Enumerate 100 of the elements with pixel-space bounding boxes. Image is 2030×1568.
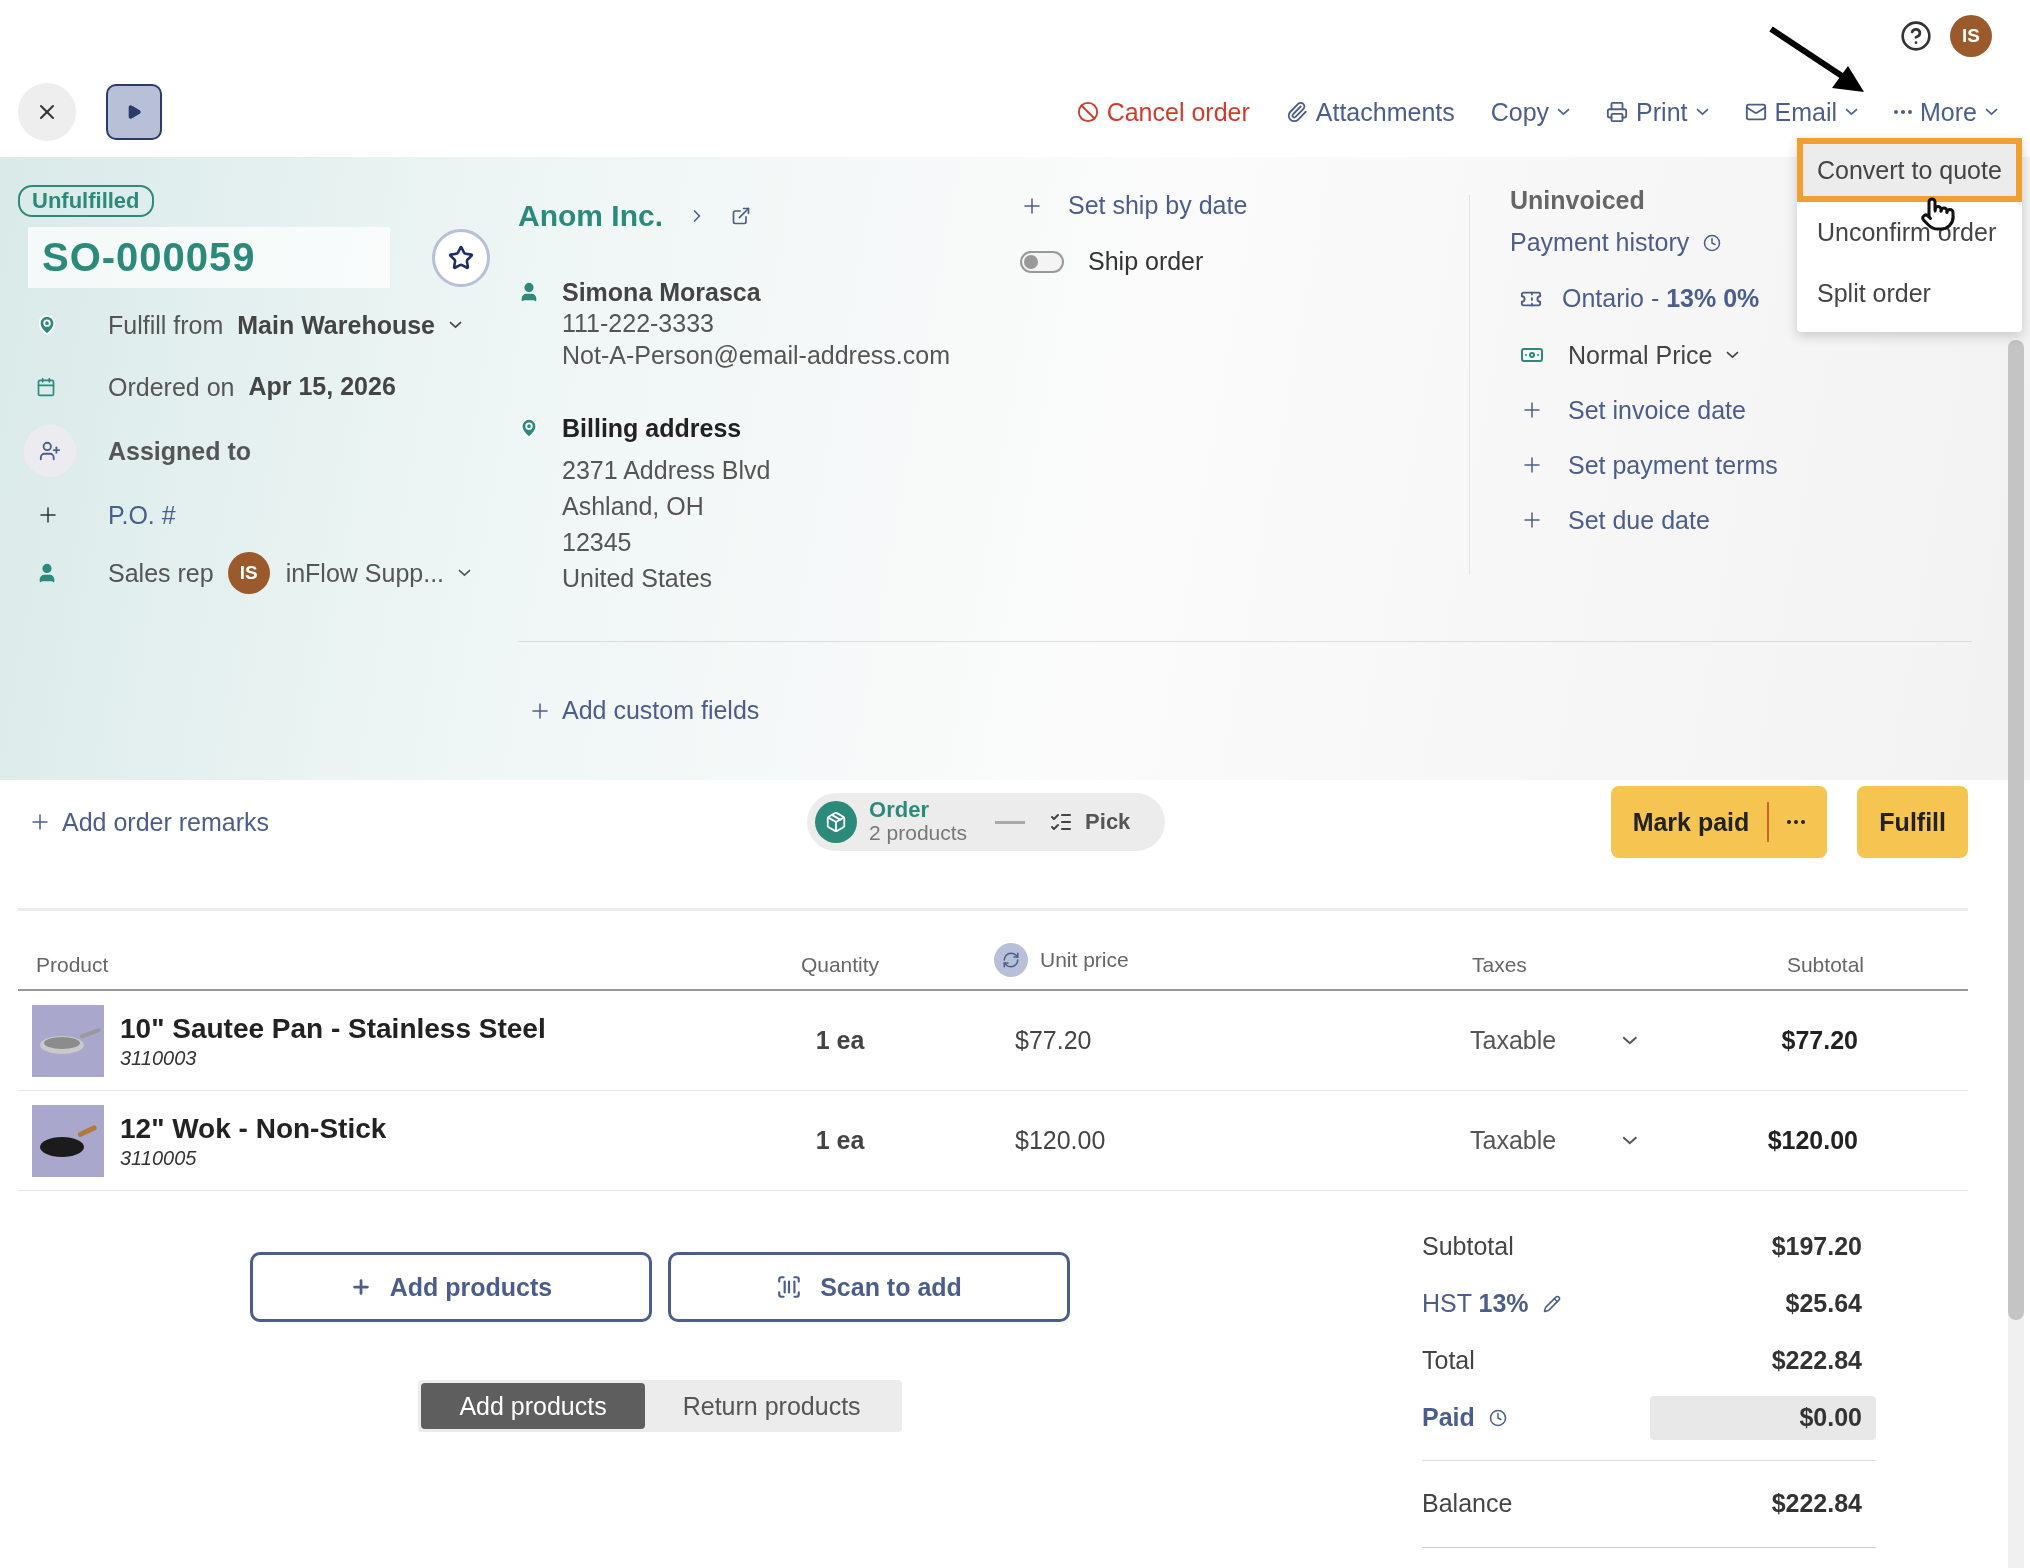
edit-icon[interactable] — [1542, 1294, 1561, 1313]
po-link[interactable]: P.O. # — [108, 500, 176, 530]
field-label: Ordered on — [108, 372, 235, 402]
warehouse-dropdown[interactable]: Main Warehouse — [237, 310, 462, 340]
column-header: Unit price — [1040, 948, 1129, 972]
help-icon[interactable] — [1900, 20, 1932, 52]
invoice-status: Uninvoiced — [1510, 185, 1646, 216]
payment-history-link[interactable]: Payment history — [1510, 228, 1778, 258]
mode-tab[interactable]: Add products — [421, 1383, 645, 1429]
total-label[interactable]: Paid — [1422, 1401, 1475, 1434]
invoice-action-link[interactable]: Set due date — [1510, 505, 1778, 535]
contact-email: Not-A-Person@email-address.com — [562, 339, 950, 371]
tax-dropdown[interactable]: Taxable — [1470, 1026, 1638, 1055]
calendar-icon — [36, 377, 56, 397]
billing-label: Billing address — [562, 412, 743, 444]
sales-rep-dropdown[interactable]: inFlow Supp... — [285, 558, 472, 588]
subtotal-cell-text: $120.00 — [1766, 1124, 1858, 1156]
scan-button[interactable]: Scan to add — [668, 1252, 1070, 1322]
ship-order-toggle[interactable] — [1020, 250, 1064, 273]
favorite-button[interactable] — [432, 228, 490, 287]
paid-amount-field[interactable]: $0.00 — [1650, 1395, 1876, 1440]
caret-icon — [1622, 1136, 1638, 1145]
toolbar-action[interactable]: More — [1894, 97, 1998, 127]
order-number: SO-000059 — [28, 227, 390, 288]
clock-icon — [1703, 233, 1722, 252]
address-line: 2371 Address Blvd — [562, 455, 771, 486]
total-value: $222.84 — [1771, 1488, 1863, 1520]
pricing-dropdown[interactable]: Normal Price — [1568, 340, 1740, 370]
play-button[interactable] — [106, 84, 162, 140]
invoice-action-link[interactable]: Set invoice date — [1510, 395, 1778, 425]
address-line: United States — [562, 563, 714, 594]
printer-icon — [1606, 101, 1629, 123]
refresh-icon[interactable] — [994, 943, 1028, 977]
caret-icon — [1726, 351, 1740, 359]
unit-price-cell-text: $77.20 — [1015, 1024, 1093, 1056]
column-header: Product — [35, 953, 110, 977]
toolbar-action[interactable]: Print — [1606, 97, 1709, 127]
address-line: 12345 — [562, 527, 633, 558]
order-date: Apr 15, 2026 — [248, 371, 396, 403]
total-label[interactable]: HST 13% — [1422, 1287, 1529, 1320]
more-icon — [1787, 820, 1806, 824]
fulfill-button[interactable]: Fulfill — [1857, 786, 1968, 858]
add-custom-fields-link[interactable]: Add custom fields — [528, 696, 760, 726]
contact-phone: 111-222-3333 — [562, 308, 715, 340]
menu-item[interactable]: Convert to quote — [1797, 138, 2022, 202]
clock-icon[interactable] — [1488, 1408, 1507, 1427]
customer-link[interactable]: Anom Inc. — [518, 199, 663, 233]
toolbar-action[interactable]: Copy — [1490, 97, 1571, 127]
column-header: Quantity — [799, 953, 881, 977]
external-link-icon[interactable] — [731, 206, 751, 226]
total-label: Balance — [1422, 1488, 1513, 1520]
more-icon — [1894, 110, 1913, 114]
product-name[interactable]: 12" Wok - Non-Stick — [120, 1110, 387, 1146]
quantity-cell-text: 1 ea — [814, 1124, 866, 1156]
set-ship-date-link[interactable]: Set ship by date — [1020, 191, 1469, 220]
subtotal-cell-text: $77.20 — [1780, 1024, 1858, 1056]
step-title[interactable]: Order — [869, 799, 968, 822]
quantity-cell-text: 1 ea — [814, 1024, 866, 1056]
barcode-icon — [776, 1274, 803, 1300]
column-header: Taxes — [1471, 953, 1528, 977]
star-icon — [448, 244, 474, 271]
toolbar-action[interactable]: Email — [1744, 97, 1859, 127]
caret-icon — [1845, 108, 1859, 116]
product-name[interactable]: 10" Sautee Pan - Stainless Steel — [120, 1010, 546, 1046]
scrollbar[interactable] — [2008, 340, 2024, 1568]
add-products-button[interactable]: Add products — [250, 1252, 652, 1322]
menu-item[interactable]: Unconfirm order — [1797, 202, 2022, 263]
tax-link[interactable]: Ontario - 13% 0% — [1562, 283, 1760, 315]
user-avatar[interactable]: IS — [1950, 15, 1992, 57]
toolbar-action[interactable]: Attachments — [1285, 97, 1455, 127]
assign-user-icon[interactable] — [24, 425, 76, 477]
total-value: $25.64 — [1785, 1287, 1863, 1319]
total-label: Total — [1422, 1344, 1475, 1376]
location-pin-icon — [518, 416, 540, 439]
mode-tab[interactable]: Return products — [644, 1383, 899, 1429]
caret-icon — [1695, 108, 1709, 116]
caret-icon — [449, 321, 462, 329]
add-remarks-link[interactable]: Add order remarks — [28, 807, 270, 837]
location-pin-icon — [36, 314, 58, 336]
field-label: Fulfill from — [108, 310, 224, 340]
status-badge: Unfulfilled — [18, 185, 154, 217]
mark-paid-button[interactable]: Mark paid — [1610, 786, 1828, 858]
step-subtitle: 2 products — [869, 821, 968, 845]
contact-name: Simona Morasca — [562, 277, 762, 308]
product-sku: 3110005 — [120, 1145, 198, 1171]
cancel-icon — [1076, 101, 1099, 123]
product-sku: 3110003 — [120, 1045, 198, 1071]
toolbar-action[interactable]: Cancel order — [1076, 97, 1250, 127]
caret-icon — [458, 569, 472, 577]
assigned-to-label: Assigned to — [108, 436, 252, 466]
step-title[interactable]: Pick — [1085, 811, 1131, 833]
toggle-label: Ship order — [1088, 246, 1204, 277]
play-icon — [126, 104, 142, 120]
invoice-action-link[interactable]: Set payment terms — [1510, 450, 1778, 480]
caret-icon — [1557, 108, 1571, 116]
tax-dropdown[interactable]: Taxable — [1470, 1126, 1638, 1155]
column-header: Subtotal — [1785, 953, 1865, 977]
menu-item[interactable]: Split order — [1797, 263, 2022, 324]
paperclip-icon — [1285, 101, 1308, 123]
address-line: Ashland, OH — [562, 491, 705, 522]
